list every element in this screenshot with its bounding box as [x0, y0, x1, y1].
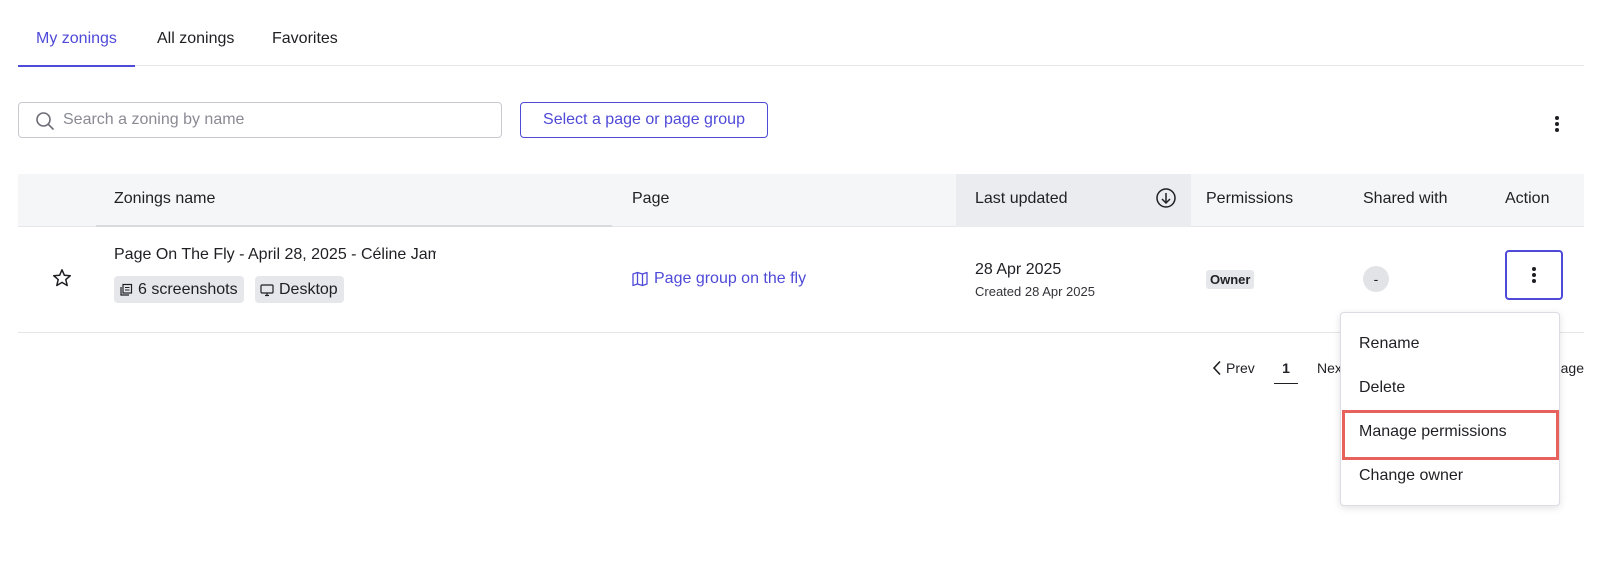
- page-select-button[interactable]: Select a page or page group: [520, 102, 768, 138]
- sort-descending-icon[interactable]: [1155, 187, 1177, 209]
- tab-bar: My zonings All zonings Favorites: [18, 0, 1584, 67]
- zoning-name-link[interactable]: Page On The Fly - April 28, 2025 - Célin…: [114, 246, 436, 264]
- tab-favorites[interactable]: Favorites: [272, 30, 338, 66]
- screenshots-icon: [120, 283, 133, 296]
- kebab-vertical-icon: [1532, 267, 1536, 271]
- last-updated-date: 28 Apr 2025: [975, 261, 1062, 278]
- map-icon: [632, 271, 648, 287]
- shared-with-avatar: -: [1363, 266, 1389, 292]
- search-box: [18, 102, 502, 138]
- device-chip: Desktop: [255, 276, 344, 303]
- column-header-shared-with: Shared with: [1363, 190, 1448, 207]
- desktop-icon: [260, 283, 274, 296]
- screenshots-count: 6 screenshots: [138, 280, 238, 298]
- star-icon[interactable]: [52, 268, 72, 288]
- row-action-button[interactable]: [1505, 250, 1563, 300]
- device-label: Desktop: [279, 280, 338, 298]
- page-group-label: Page group on the fly: [654, 270, 807, 287]
- menu-item-change-owner[interactable]: Change owner: [1359, 467, 1463, 485]
- column-header-action: Action: [1505, 190, 1550, 207]
- permission-badge: Owner: [1206, 270, 1255, 289]
- name-column-underline: [96, 225, 612, 227]
- page-group-link[interactable]: Page group on the fly: [632, 270, 806, 288]
- search-icon: [36, 112, 54, 130]
- prev-label: Prev: [1226, 360, 1255, 376]
- search-input[interactable]: [63, 103, 483, 137]
- chevron-left-icon: [1212, 360, 1221, 376]
- table-header: Zonings name Page Last updated Permissio…: [18, 174, 1584, 227]
- column-header-permissions[interactable]: Permissions: [1206, 190, 1293, 208]
- menu-item-manage-permissions[interactable]: Manage permissions: [1359, 423, 1507, 441]
- menu-item-rename[interactable]: Rename: [1359, 335, 1419, 353]
- column-header-last-updated[interactable]: Last updated: [975, 190, 1068, 208]
- action-menu: Rename Delete Manage permissions Change …: [1340, 312, 1560, 506]
- screenshots-chip: 6 screenshots: [114, 276, 244, 303]
- tab-all-zonings[interactable]: All zonings: [157, 30, 234, 66]
- pagination-prev[interactable]: Prev: [1212, 360, 1255, 376]
- more-options-icon[interactable]: [1547, 112, 1567, 136]
- column-header-name[interactable]: Zonings name: [114, 190, 215, 208]
- pagination-page-1[interactable]: 1: [1274, 360, 1298, 384]
- tab-my-zonings[interactable]: My zonings: [18, 30, 135, 67]
- column-header-page[interactable]: Page: [632, 190, 669, 208]
- created-date: Created 28 Apr 2025: [975, 284, 1095, 299]
- menu-item-delete[interactable]: Delete: [1359, 379, 1405, 397]
